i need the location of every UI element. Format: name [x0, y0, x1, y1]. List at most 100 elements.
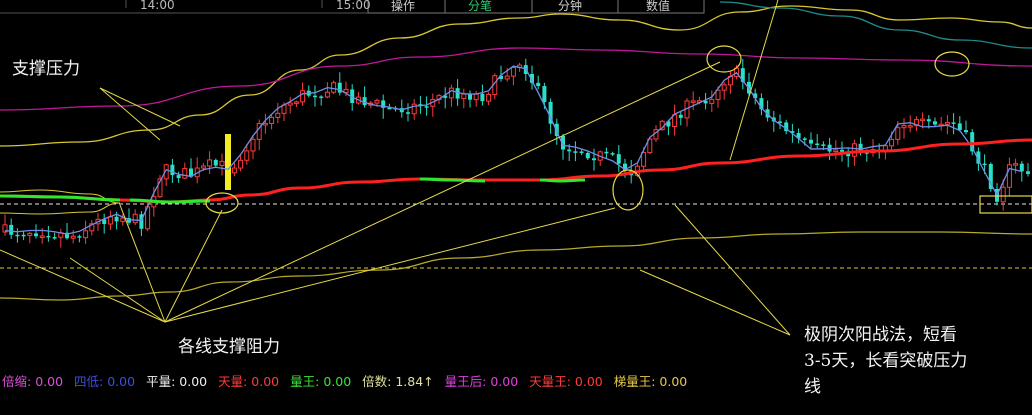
time-mark-1500: 15:00	[336, 0, 371, 12]
candle-down	[616, 154, 621, 164]
candle-down	[567, 149, 572, 152]
long-ma-line	[0, 47, 1032, 111]
candle-up	[504, 75, 510, 80]
candle-up	[207, 159, 213, 167]
candle-up	[83, 230, 89, 239]
candle-up	[901, 125, 907, 129]
candle-down	[815, 143, 820, 146]
candle-down	[455, 88, 460, 99]
annotation-pointer-line	[164, 207, 616, 323]
candle-down	[579, 151, 584, 154]
tab-tick-trades[interactable]: 分笔	[454, 0, 506, 14]
candle-down	[362, 97, 367, 106]
candle-up	[1000, 186, 1006, 203]
candle-down	[964, 130, 968, 133]
bollinger-upper	[0, 5, 1032, 147]
candle-up	[374, 99, 380, 104]
stat-liangwanghou: 量王后: 0.00	[444, 374, 519, 389]
candle-down	[573, 151, 578, 153]
annotation-pointer-line	[164, 61, 721, 323]
candle-up	[300, 90, 306, 103]
annotation-strategy-2: 3-5天，长看突破压力	[804, 351, 968, 371]
candle-up	[920, 118, 926, 122]
candle-down	[1026, 171, 1030, 174]
candle-up	[331, 82, 337, 93]
candle-up	[275, 112, 281, 118]
candle-down	[821, 144, 826, 146]
candle-up	[461, 93, 467, 100]
candle-up	[324, 91, 330, 98]
candle-down	[319, 96, 324, 98]
candle-down	[170, 164, 175, 176]
candle-up	[70, 235, 76, 239]
pressure-ellipse	[706, 45, 742, 73]
candle-down	[468, 94, 472, 100]
tab-values[interactable]: 数值	[630, 0, 686, 14]
candle-down	[9, 224, 14, 235]
annotation-strategy-1: 极阴次阳战法，短看	[804, 325, 957, 345]
stat-tiliangwang: 梯量王: 0.00	[613, 374, 688, 389]
candle-down	[933, 121, 937, 125]
candle-up	[219, 160, 225, 167]
candle-up	[907, 125, 913, 128]
candle-down	[604, 151, 609, 154]
stat-beishu: 倍数: 1.84↑	[362, 374, 434, 389]
candle-down	[809, 139, 813, 144]
annotation-lines-support: 各线支撑阻力	[178, 337, 280, 357]
candle-up	[833, 149, 839, 153]
stat-sidi: 四低: 0.00	[74, 374, 136, 389]
candle-up	[1013, 163, 1019, 166]
support-line-green-segment	[539, 178, 586, 183]
stat-beisuo: 倍缩: 0.00	[2, 374, 64, 389]
candle-down	[77, 236, 82, 238]
candle-up	[448, 87, 454, 99]
highlight-candle	[225, 134, 231, 190]
candle-down	[52, 237, 57, 239]
stat-tianliang: 天量: 0.00	[218, 374, 280, 389]
chart-grid	[0, 0, 1032, 269]
candle-down	[542, 86, 547, 102]
candle-up	[231, 167, 237, 174]
tab-operate[interactable]: 操作	[377, 0, 429, 14]
annotation-support-pressure: 支撑压力	[12, 59, 80, 79]
candle-up	[889, 138, 895, 147]
candle-up	[262, 122, 268, 126]
stat-liangwang: 量王: 0.00	[290, 374, 352, 389]
candle-down	[213, 159, 218, 166]
candle-down	[678, 114, 683, 118]
candle-up	[510, 67, 516, 77]
candle-up	[182, 167, 188, 179]
candle-up	[250, 138, 256, 152]
bollinger-lower	[0, 231, 1032, 301]
candle-up	[39, 235, 45, 238]
annotation-lines	[0, 0, 1032, 336]
candle-down	[34, 233, 38, 237]
indicator-stats-bar: 倍缩: 0.00 四低: 0.00 平量: 0.00 天量: 0.00 量王: …	[2, 371, 694, 390]
annotation-pointer-line	[99, 87, 181, 127]
annotation-strategy-3: 线	[804, 377, 821, 397]
candle-down	[802, 138, 807, 140]
candlestick-series	[2, 58, 1030, 248]
annotation-pointer-line	[729, 0, 779, 161]
stat-tianliangwang: 天量王: 0.00	[529, 374, 603, 389]
candle-down	[982, 163, 987, 166]
stat-pingliang: 平量: 0.00	[146, 374, 208, 389]
candle-up	[944, 121, 950, 125]
candle-up	[851, 143, 857, 157]
tab-minute[interactable]: 分钟	[542, 0, 598, 14]
candle-down	[424, 106, 429, 108]
candle-up	[293, 101, 299, 104]
candle-down	[480, 93, 485, 102]
candle-down	[114, 216, 119, 222]
time-mark-1400: 14:00	[140, 0, 175, 12]
candle-up	[244, 150, 250, 161]
candle-up	[486, 93, 492, 102]
candle-down	[926, 119, 931, 122]
bollinger-mid-left	[0, 189, 121, 215]
candle-down	[15, 234, 20, 237]
pressure-ellipse	[934, 51, 970, 77]
candle-up	[27, 232, 33, 236]
candle-down	[1019, 163, 1024, 172]
candle-down	[951, 122, 956, 124]
candle-down	[592, 158, 596, 161]
